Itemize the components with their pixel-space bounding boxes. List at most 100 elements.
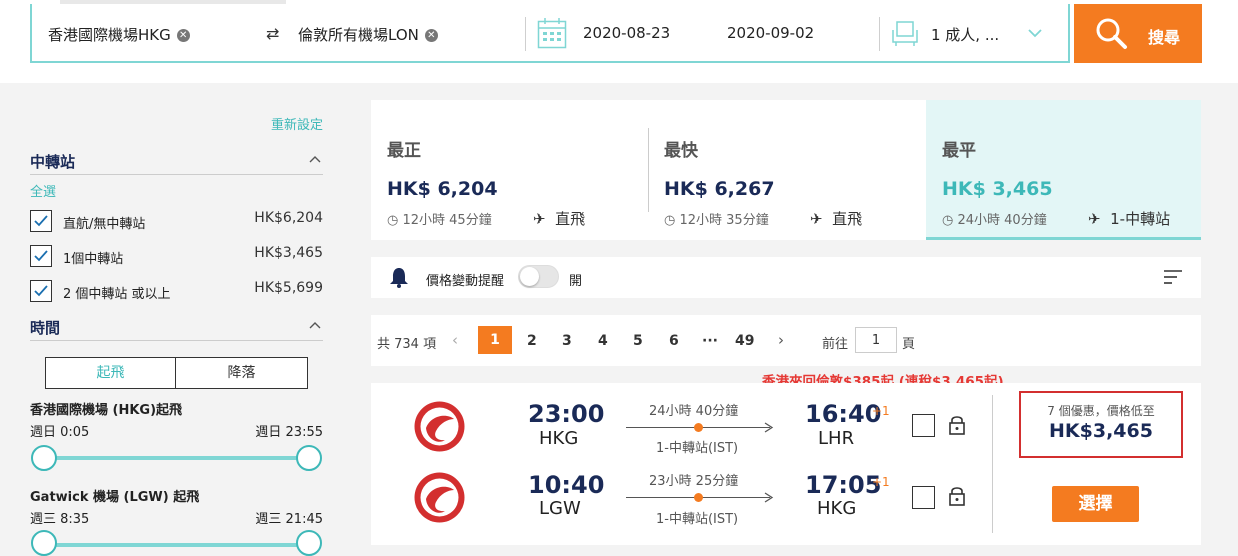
swap-icon[interactable]: ⇄	[266, 24, 279, 43]
clock-icon: ◷	[387, 213, 399, 228]
ret-time-min: 週三 8:35	[30, 512, 90, 527]
ret-slider-track	[44, 543, 308, 547]
dep-code: LGW	[539, 498, 581, 519]
plane-icon: ✈	[1088, 210, 1101, 228]
tab-depart[interactable]: 起飛	[45, 357, 176, 389]
ret-slider-max-handle[interactable]	[296, 530, 322, 556]
page-suffix: 頁	[902, 337, 916, 352]
stop-price: HK$5,699	[254, 280, 323, 296]
toggle-knob	[520, 267, 539, 286]
divider	[525, 17, 526, 51]
sort-icon[interactable]	[1163, 269, 1183, 285]
flight-duration: 23小時 25分鐘	[649, 474, 739, 489]
summary-title: 最快	[664, 141, 698, 161]
summary-stops: ✈ 直飛	[533, 210, 586, 228]
page-4[interactable]: 4	[598, 333, 608, 349]
search-button[interactable]: 搜尋	[1074, 4, 1202, 63]
flight-stops: 1-中轉站(IST)	[656, 441, 739, 456]
select-all-link[interactable]: 全選	[30, 181, 56, 200]
destination-text: 倫敦所有機場LON	[298, 26, 419, 44]
destination-field[interactable]: 倫敦所有機場LON ✕	[298, 24, 438, 45]
stops-checkbox-nonstop[interactable]	[30, 210, 52, 232]
dep-slider-max-handle[interactable]	[296, 445, 322, 471]
chevron-up-icon[interactable]	[309, 321, 321, 329]
divider	[992, 395, 993, 533]
goto-label: 前往	[822, 337, 849, 352]
page-1[interactable]: 1	[478, 326, 512, 354]
page-49[interactable]: 49	[735, 333, 754, 349]
summary-card-cheapest[interactable]: 最平 HK$ 3,465 ◷ 24小時 40分鐘 ✈ 1-中轉站	[926, 100, 1201, 240]
origin-field[interactable]: 香港國際機場HKG ✕	[48, 24, 190, 45]
clock-icon: ◷	[664, 213, 676, 228]
page-6[interactable]: 6	[669, 333, 679, 349]
dep-time: 23:00	[528, 400, 605, 428]
summary-card-fastest[interactable]: 最快 HK$ 6,267 ◷ 12小時 35分鐘 ✈ 直飛	[648, 100, 925, 240]
tab-arrive[interactable]: 降落	[176, 357, 308, 389]
ret-airport-title: Gatwick 機場 (LGW) 起飛	[30, 490, 200, 505]
summary-stops: ✈ 直飛	[810, 210, 863, 228]
summary-title: 最平	[942, 141, 976, 161]
page-5[interactable]: 5	[633, 333, 643, 349]
ret-slider-min-handle[interactable]	[31, 530, 57, 556]
stop-label: 1個中轉站	[63, 252, 124, 267]
stop-label: 2 個中轉站 或以上	[63, 287, 171, 302]
clear-origin-icon[interactable]: ✕	[176, 29, 190, 42]
price-alert-bar: 價格變動提醒 開	[371, 257, 1201, 298]
stop-price: HK$6,204	[254, 210, 323, 226]
plus-day: +1	[872, 475, 890, 489]
lock-icon[interactable]	[948, 414, 966, 436]
page-ellipsis: ···	[702, 333, 718, 349]
summary-card-best[interactable]: 最正 HK$ 6,204 ◷ 12小時 45分鐘 ✈ 直飛	[371, 100, 648, 240]
plane-icon: ✈	[533, 210, 546, 228]
passengers-field[interactable]: 1 成人, ...	[931, 24, 999, 45]
reset-link[interactable]: 重新設定	[271, 114, 323, 133]
dep-slider-min-handle[interactable]	[31, 445, 57, 471]
clear-destination-icon[interactable]: ✕	[424, 29, 438, 42]
prev-page-icon[interactable]: ‹	[452, 331, 458, 349]
stops-checkbox-one[interactable]	[30, 245, 52, 267]
search-label: 搜尋	[1148, 28, 1181, 47]
dep-time-min: 週日 0:05	[30, 425, 90, 440]
summary-title: 最正	[387, 141, 421, 161]
chevron-up-icon[interactable]	[309, 155, 321, 163]
page-2[interactable]: 2	[527, 333, 537, 349]
next-page-icon[interactable]: ›	[778, 331, 784, 349]
stops-checkbox-two-plus[interactable]	[30, 280, 52, 302]
summary-stops: ✈ 1-中轉站	[1088, 210, 1171, 228]
arr-time: 16:40	[805, 400, 882, 428]
bell-icon	[390, 268, 408, 288]
dep-time-max: 週日 23:55	[255, 425, 323, 440]
divider	[879, 17, 880, 51]
depart-date-field[interactable]: 2020-08-23	[583, 24, 670, 42]
dep-code: HKG	[539, 428, 579, 449]
compare-checkbox[interactable]	[912, 414, 935, 437]
arr-code: HKG	[817, 498, 857, 519]
compare-checkbox[interactable]	[912, 486, 935, 509]
summary-duration: ◷ 24小時 40分鐘	[942, 213, 1047, 228]
stop-dot	[694, 423, 703, 432]
return-date-field[interactable]: 2020-09-02	[727, 24, 814, 42]
plane-icon: ✈	[810, 210, 823, 228]
check-icon	[34, 285, 48, 297]
summary-price: HK$ 6,267	[664, 178, 775, 200]
clock-icon: ◷	[942, 213, 954, 228]
stops-title: 中轉站	[30, 153, 76, 171]
page-3[interactable]: 3	[562, 333, 572, 349]
summary-price: HK$ 3,465	[942, 178, 1053, 200]
alert-label: 價格變動提醒	[426, 274, 505, 289]
calendar-icon	[537, 18, 567, 49]
summary-price: HK$ 6,204	[387, 178, 498, 200]
divider	[30, 340, 323, 341]
dep-airport-title: 香港國際機場 (HKG)起飛	[30, 403, 183, 418]
check-icon	[34, 250, 48, 262]
chevron-down-icon[interactable]	[1028, 29, 1042, 38]
toggle-label: 開	[569, 274, 583, 289]
select-button[interactable]: 選擇	[1052, 486, 1139, 522]
seat-icon	[892, 21, 918, 46]
flight-result-card: 23:00 HKG 24小時 40分鐘 1-中轉站(IST) 16:40 +1 …	[371, 383, 1201, 545]
price-highlight-box: 7 個優惠，價格低至 HK$3,465	[1019, 391, 1183, 458]
time-title: 時間	[30, 319, 61, 337]
alert-toggle[interactable]	[518, 265, 559, 288]
goto-page-input[interactable]	[855, 327, 897, 353]
lock-icon[interactable]	[948, 485, 966, 507]
